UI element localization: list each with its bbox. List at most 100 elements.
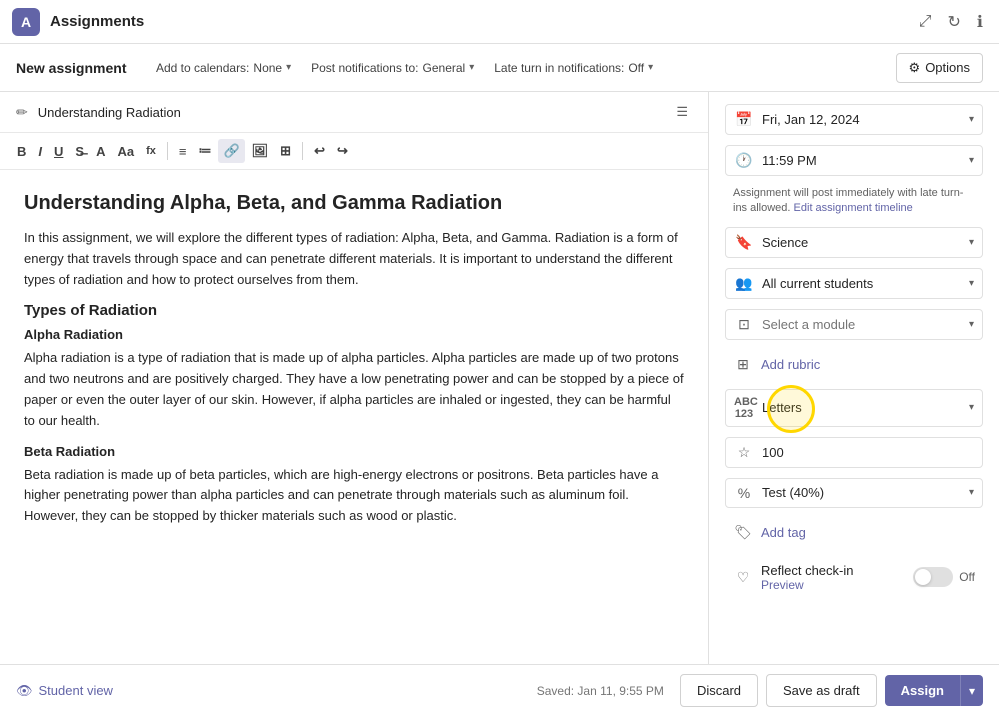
redo-button[interactable]: ↪ — [332, 139, 353, 163]
module-setting[interactable]: ⊡ Select a module ▾ — [725, 309, 983, 340]
toolbar-row: New assignment Add to calendars: None ▾ … — [0, 44, 999, 92]
italic-button[interactable]: I — [33, 140, 47, 163]
content-alpha-text: Alpha radiation is a type of radiation t… — [24, 348, 684, 431]
new-assignment-label: New assignment — [16, 60, 146, 76]
underline-button[interactable]: U — [49, 140, 68, 163]
app-header: A Assignments ⤢ ↻ ℹ — [0, 0, 999, 44]
calendar-select[interactable]: Add to calendars: None ▾ — [146, 57, 301, 79]
saved-status: Saved: Jan 11, 9:55 PM — [537, 684, 664, 698]
notification-select[interactable]: Post notifications to: General ▾ — [301, 57, 484, 79]
time-setting[interactable]: 🕐 11:59 PM ▾ — [725, 145, 983, 176]
grading-icon: ABC123 — [734, 396, 754, 420]
app-icon: A — [12, 8, 40, 36]
points-setting[interactable]: ☆ 100 — [725, 437, 983, 468]
time-chevron: ▾ — [969, 155, 974, 166]
timeline-notice: Assignment will post immediately with la… — [725, 186, 983, 217]
add-rubric-label: Add rubric — [761, 357, 820, 372]
subject-icon: 🔖 — [734, 234, 754, 251]
toggle-container: Off — [913, 567, 975, 587]
strikethrough-button[interactable]: S̶ — [70, 140, 89, 163]
reflect-preview-link[interactable]: Preview — [761, 578, 905, 592]
date-value: Fri, Jan 12, 2024 — [762, 112, 961, 127]
assign-to-chevron: ▾ — [969, 278, 974, 289]
refresh-icon[interactable]: ↻ — [944, 8, 965, 36]
content-types-heading: Types of Radiation — [24, 302, 684, 319]
footer-bar: 👁 Student view Saved: Jan 11, 9:55 PM Di… — [0, 664, 999, 716]
late-turn-select[interactable]: Late turn in notifications: Off ▾ — [484, 57, 663, 79]
editor-panel: ✏ ☰ B I U S̶ A Aa fx ≡ ≔ 🔗 🖼 ⊞ ↩ ↪ Under… — [0, 92, 709, 664]
assign-button[interactable]: Assign — [885, 675, 960, 706]
content-main-heading: Understanding Alpha, Beta, and Gamma Rad… — [24, 190, 684, 216]
subject-value: Science — [762, 235, 961, 250]
category-value: Test (40%) — [762, 485, 961, 500]
students-icon: 👥 — [734, 275, 754, 292]
notification-label: Post notifications to: — [311, 61, 418, 75]
bold-button[interactable]: B — [12, 140, 31, 163]
student-view-button[interactable]: 👁 Student view — [16, 683, 113, 699]
category-icon: % — [734, 485, 754, 501]
toggle-label: Off — [959, 570, 975, 584]
category-chevron: ▾ — [969, 487, 974, 498]
add-rubric-row[interactable]: ⊞ Add rubric — [725, 350, 983, 379]
undo-button[interactable]: ↩ — [309, 139, 330, 163]
notification-chevron: ▾ — [469, 62, 474, 73]
subject-chevron: ▾ — [969, 237, 974, 248]
grading-type-setting[interactable]: ABC123 Letters ▾ — [725, 389, 983, 427]
edit-timeline-link[interactable]: Edit assignment timeline — [794, 202, 913, 214]
rubric-icon: ⊞ — [733, 356, 753, 373]
table-button[interactable]: ⊞ — [275, 139, 296, 163]
subject-setting[interactable]: 🔖 Science ▾ — [725, 227, 983, 258]
font-size-button[interactable]: Aa — [112, 140, 139, 163]
content-beta-text: Beta radiation is made up of beta partic… — [24, 465, 684, 527]
late-turn-label: Late turn in notifications: — [494, 61, 624, 75]
points-value: 100 — [762, 445, 974, 460]
editor-content[interactable]: Understanding Alpha, Beta, and Gamma Rad… — [0, 170, 708, 664]
assign-to-setting[interactable]: 👥 All current students ▾ — [725, 268, 983, 299]
options-gear-icon: ⚙ — [909, 60, 921, 76]
list-view-icon[interactable]: ☰ — [672, 100, 692, 124]
save-draft-button[interactable]: Save as draft — [766, 674, 877, 707]
info-icon[interactable]: ℹ — [973, 8, 987, 36]
add-tag-label: Add tag — [761, 525, 806, 540]
numbered-list-button[interactable]: ≔ — [193, 139, 216, 163]
clock-icon: 🕐 — [734, 152, 754, 169]
late-turn-chevron: ▾ — [648, 62, 653, 73]
main-content: ✏ ☰ B I U S̶ A Aa fx ≡ ≔ 🔗 🖼 ⊞ ↩ ↪ Under… — [0, 92, 999, 664]
notification-value: General — [423, 61, 466, 75]
expand-icon[interactable]: ⤢ — [915, 8, 936, 36]
time-value: 11:59 PM — [762, 153, 961, 168]
options-button[interactable]: ⚙ Options — [896, 53, 983, 83]
formula-button[interactable]: fx — [141, 141, 161, 161]
tag-icon: 🏷 — [733, 524, 753, 541]
reflect-row: ♡ Reflect check-in Preview Off — [725, 557, 983, 598]
content-beta-heading: Beta Radiation — [24, 444, 684, 459]
module-value: Select a module — [762, 317, 961, 332]
reflect-icon: ♡ — [733, 569, 753, 586]
points-icon: ☆ — [734, 444, 754, 461]
category-setting[interactable]: % Test (40%) ▾ — [725, 478, 983, 508]
assign-to-value: All current students — [762, 276, 961, 291]
reflect-toggle[interactable] — [913, 567, 953, 587]
discard-button[interactable]: Discard — [680, 674, 758, 707]
header-actions: ⤢ ↻ ℹ — [915, 8, 987, 36]
reflect-title: Reflect check-in — [761, 563, 905, 578]
options-label: Options — [925, 60, 970, 75]
toolbar-sep-2 — [302, 142, 303, 160]
toggle-knob — [915, 569, 931, 585]
bullet-list-button[interactable]: ≡ — [174, 140, 192, 163]
late-turn-value: Off — [628, 61, 644, 75]
highlight-button[interactable]: A — [91, 140, 110, 163]
assign-dropdown-button[interactable]: ▾ — [960, 675, 983, 706]
content-intro: In this assignment, we will explore the … — [24, 228, 684, 290]
grading-type-value: Letters — [762, 400, 961, 415]
grading-type-wrapper: ABC123 Letters ▾ — [725, 389, 983, 427]
assignment-title-input[interactable] — [38, 105, 663, 120]
pencil-icon: ✏ — [16, 104, 28, 121]
calendar-chevron: ▾ — [286, 62, 291, 73]
link-button[interactable]: 🔗 — [218, 139, 244, 163]
add-tag-row[interactable]: 🏷 Add tag — [725, 518, 983, 547]
settings-panel: 📅 Fri, Jan 12, 2024 ▾ 🕐 11:59 PM ▾ Assig… — [709, 92, 999, 664]
calendar-value: None — [253, 61, 282, 75]
date-setting[interactable]: 📅 Fri, Jan 12, 2024 ▾ — [725, 104, 983, 135]
image-button[interactable]: 🖼 — [247, 139, 274, 163]
